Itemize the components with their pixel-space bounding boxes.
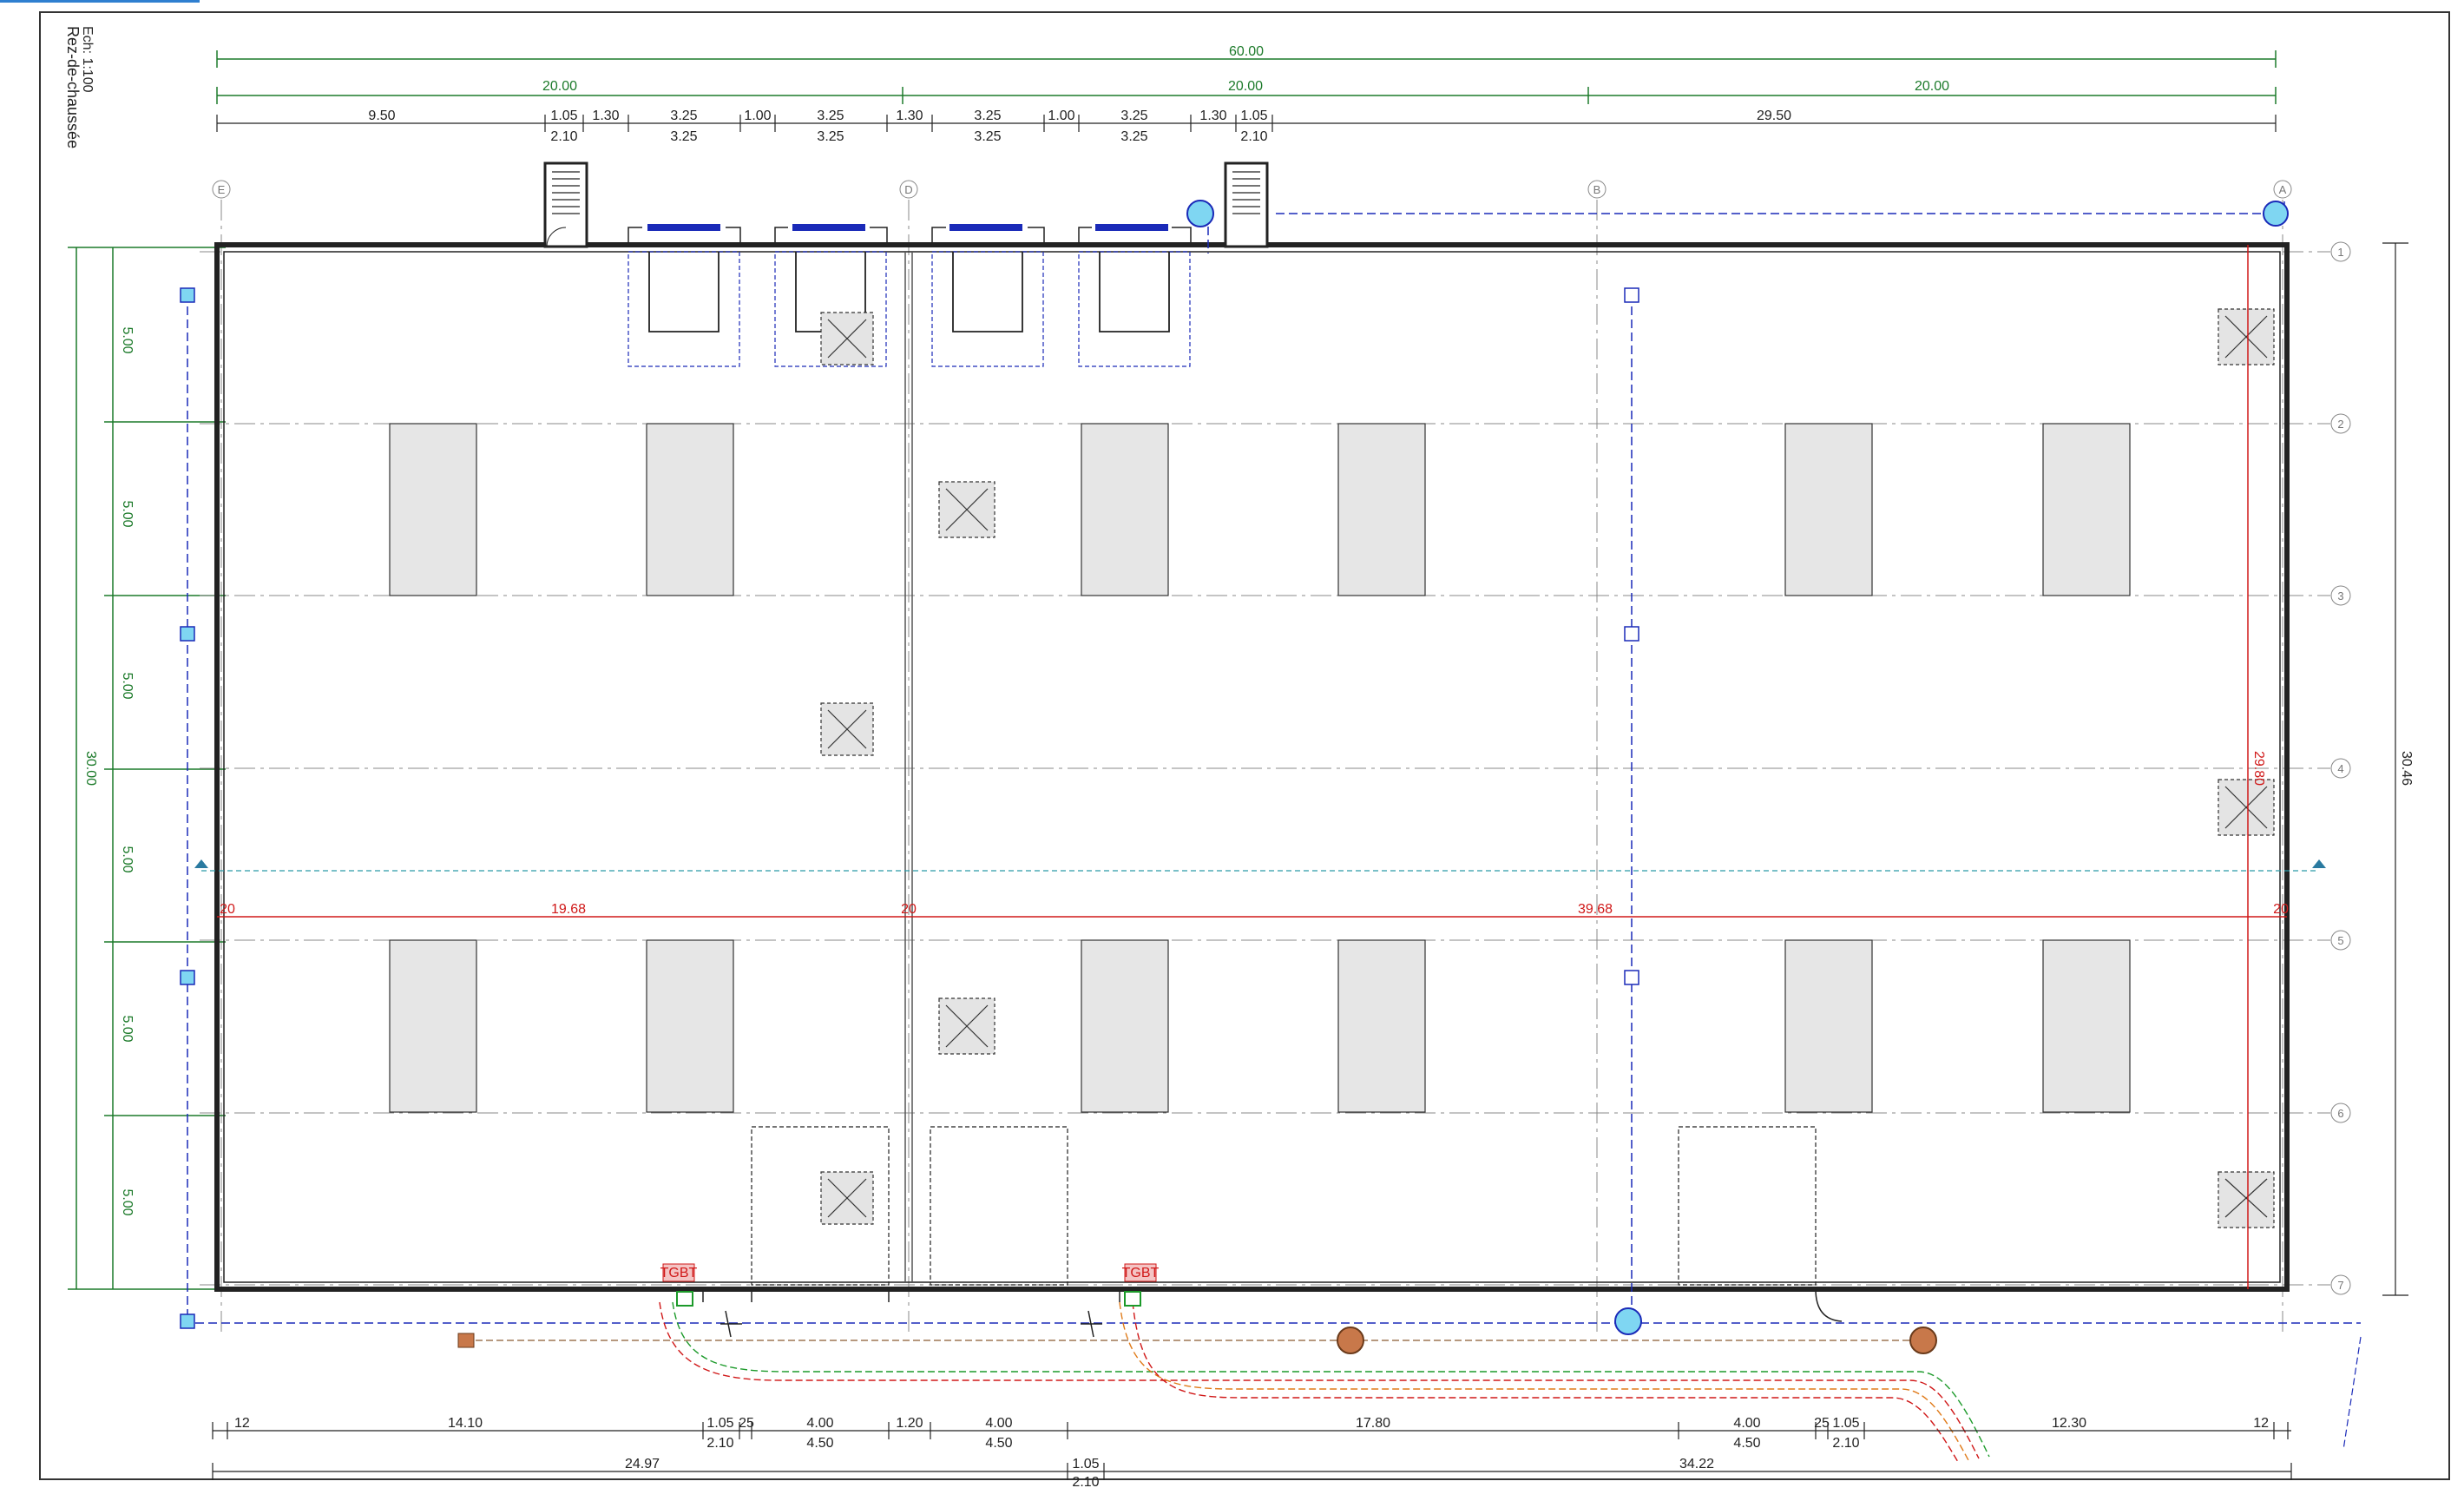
dim-bottom-sub: 2.10 <box>706 1436 733 1451</box>
dim-bay-3: 5.00 <box>120 672 135 699</box>
dim-third-3: 20.00 <box>1915 79 1949 94</box>
dim-bottom-sub: 4.50 <box>985 1436 1012 1451</box>
grid-label-7: 7 <box>2337 1279 2343 1292</box>
grid-label-1: 1 <box>2337 246 2343 259</box>
drawing-scale: Ech: 1:100 <box>80 26 95 93</box>
grid-label-6: 6 <box>2337 1107 2343 1120</box>
dim-bottom: 25 <box>739 1416 754 1431</box>
dim-bottom: 1.05 <box>706 1416 733 1431</box>
drawing-title: Rez-de-chaussée <box>64 26 82 148</box>
dim-subseg: 3.25 <box>1120 129 1147 144</box>
top-dimension-chains: 60.00 20.00 20.00 20.00 9.50 1.05 1.30 3… <box>216 44 2277 144</box>
grid-label-4: 4 <box>2337 762 2343 775</box>
right-dimension-chains: 30.46 <box>2382 242 2414 1296</box>
red-dim-left-end: 20 <box>220 902 235 917</box>
sheet-accent-bar <box>0 0 200 3</box>
dim-seg: 1.05 <box>550 109 577 123</box>
dim-bottom: 1.20 <box>896 1416 923 1431</box>
grid-label-5: 5 <box>2337 934 2343 947</box>
section-line-cyan <box>194 859 2326 872</box>
dim-subseg: 2.10 <box>550 129 577 144</box>
boundary-mark <box>2342 1336 2362 1451</box>
manhole-top-right <box>2263 201 2289 227</box>
dim-bottom: 4.00 <box>985 1416 1012 1431</box>
dim-third-2: 20.00 <box>1228 79 1263 94</box>
dim-bottom: 12 <box>234 1416 250 1431</box>
stair-tower-right <box>1224 161 1269 248</box>
dim-bay-1: 5.00 <box>120 326 135 353</box>
red-dim-mid-end: 20 <box>901 902 917 917</box>
dim-bottom-total: 1.05 <box>1072 1457 1099 1471</box>
dim-seg: 3.25 <box>817 109 844 123</box>
grid-label-3: 3 <box>2337 589 2343 602</box>
dim-seg: 1.05 <box>1240 109 1267 123</box>
dim-seg: 1.30 <box>1199 109 1226 123</box>
tgbt-label: TGBT <box>1122 1266 1160 1280</box>
dim-bottom: 14.10 <box>448 1416 483 1431</box>
dim-third-1: 20.00 <box>542 79 577 94</box>
dim-subseg: 2.10 <box>1240 129 1267 144</box>
grid-label-B: B <box>1593 183 1601 196</box>
grid-axes-right: 1 2 3 4 5 6 7 <box>200 241 2351 1295</box>
dim-overall-width: 60.00 <box>1229 44 1264 59</box>
dim-subseg: 3.25 <box>817 129 844 144</box>
dim-seg: 9.50 <box>368 109 395 123</box>
dim-seg: 29.50 <box>1757 109 1791 123</box>
manhole-top <box>1186 200 1214 227</box>
dim-bottom: 25 <box>1814 1416 1830 1431</box>
dim-bottom: 12 <box>2253 1416 2269 1431</box>
dim-bottom-total-sub: 2.10 <box>1072 1475 1099 1490</box>
dim-bottom-sub: 2.10 <box>1832 1436 1859 1451</box>
grid-label-E: E <box>218 183 226 196</box>
red-dim-right-end: 20 <box>2273 902 2289 917</box>
dim-seg: 1.00 <box>744 109 771 123</box>
dim-bottom-total: 24.97 <box>625 1457 660 1471</box>
dim-subseg: 3.25 <box>974 129 1001 144</box>
dim-seg: 1.30 <box>592 109 619 123</box>
cable-bundles <box>659 1301 1990 1463</box>
grid-label-D: D <box>904 183 912 196</box>
dim-seg: 3.25 <box>1120 109 1147 123</box>
dim-bottom: 1.05 <box>1832 1416 1859 1431</box>
tgbt-label: TGBT <box>660 1266 698 1280</box>
dim-seg: 1.30 <box>896 109 923 123</box>
drainage-network-blue <box>182 201 2361 1324</box>
stair-tower-left <box>543 161 588 248</box>
dim-seg: 3.25 <box>670 109 697 123</box>
dim-bay-6: 5.00 <box>120 1188 135 1215</box>
dim-seg: 1.00 <box>1048 109 1074 123</box>
grid-label-2: 2 <box>2337 418 2343 431</box>
dim-bottom-sub: 4.50 <box>1733 1436 1760 1451</box>
red-dim-right: 39.68 <box>1578 902 1613 917</box>
dim-subseg: 3.25 <box>670 129 697 144</box>
dim-bottom: 17.80 <box>1356 1416 1390 1431</box>
top-facade-openings <box>627 224 1192 245</box>
loading-docks-bottom <box>751 1126 1817 1286</box>
red-dim-vertical: 29.80 <box>2251 751 2266 786</box>
dim-bay-2: 5.00 <box>120 500 135 527</box>
dim-bottom-sub: 4.50 <box>806 1436 833 1451</box>
manhole-bottom <box>1614 1307 1642 1335</box>
utility-network-brown <box>457 1327 1937 1354</box>
dim-bay-4: 5.00 <box>120 846 135 872</box>
dim-bottom-total: 34.22 <box>1679 1457 1714 1471</box>
red-dim-left: 19.68 <box>551 902 586 917</box>
grid-axes-top: E D B A <box>212 180 2292 1337</box>
grid-label-A: A <box>2279 183 2287 196</box>
dim-bottom: 4.00 <box>1733 1416 1760 1431</box>
dim-bay-5: 5.00 <box>120 1015 135 1042</box>
floor-plan-drawing: Rez-de-chaussée Ech: 1:100 60.00 20.00 2… <box>0 0 2450 1490</box>
dim-bottom: 4.00 <box>806 1416 833 1431</box>
dim-seg: 3.25 <box>974 109 1001 123</box>
red-dimension-section: 20 19.68 20 39.68 20 29.80 <box>217 245 2289 1289</box>
building-walls <box>214 242 2290 1292</box>
dim-bottom: 12.30 <box>2052 1416 2086 1431</box>
dim-overall-depth: 30.00 <box>83 751 98 786</box>
drawing-title-block: Rez-de-chaussée Ech: 1:100 <box>64 26 95 148</box>
bottom-wall-openings <box>702 1288 1843 1338</box>
dim-right-overall: 30.46 <box>2399 751 2414 786</box>
